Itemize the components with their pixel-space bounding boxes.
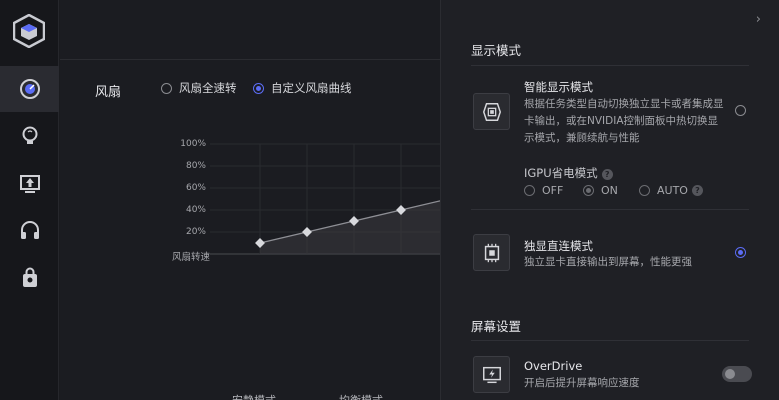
fan-full-speed-label: 风扇全速转	[179, 81, 237, 95]
headset-icon	[20, 221, 39, 239]
y-tick-label: 80%	[185, 161, 206, 171]
screen-settings-title: 屏幕设置	[471, 319, 522, 334]
help-icon[interactable]: ?	[691, 185, 703, 196]
overdrive-icon	[473, 356, 510, 393]
divider	[471, 65, 749, 66]
smart-display-radio[interactable]	[735, 105, 746, 116]
fan-curve-chart[interactable]	[210, 135, 440, 265]
igpu-off-label: OFF	[542, 184, 564, 197]
direct-gpu-icon	[473, 234, 510, 271]
igpu-on-label: ON	[601, 184, 618, 197]
y-tick-label: 60%	[185, 183, 206, 193]
igpu-auto-option[interactable]: AUTO?	[639, 184, 703, 197]
display-mode-title: 显示模式	[471, 43, 522, 58]
radio-selected-icon	[583, 185, 594, 196]
y-tick-label: 100%	[180, 139, 206, 149]
fan-custom-curve-label: 自定义风扇曲线	[271, 81, 352, 95]
igpu-auto-label: AUTO	[657, 184, 688, 197]
igpu-off-option[interactable]: OFF	[524, 184, 563, 197]
nav-item-audio[interactable]	[0, 208, 59, 254]
divider	[60, 59, 440, 60]
radio-unselected-icon	[161, 82, 172, 94]
nav-item-display[interactable]	[0, 160, 59, 206]
y-axis-label: 风扇转速	[171, 252, 210, 263]
fan-custom-curve-option[interactable]: 自定义风扇曲线	[253, 80, 352, 96]
divider	[471, 340, 749, 341]
fan-full-speed-option[interactable]: 风扇全速转	[161, 80, 237, 96]
smart-display-title: 智能显示模式	[524, 80, 593, 94]
overdrive-title: OverDrive	[524, 359, 583, 373]
direct-gpu-desc: 独立显卡直接输出到屏幕，性能更强	[524, 256, 692, 268]
app-logo-icon	[12, 13, 46, 49]
smart-display-icon	[473, 93, 510, 130]
igpu-title-text: IGPU省电模式	[524, 166, 598, 180]
radio-unselected-icon	[639, 185, 650, 196]
radio-selected-icon	[253, 82, 264, 94]
direct-gpu-radio[interactable]	[735, 247, 746, 258]
y-tick-label: 40%	[185, 205, 206, 215]
bulb-icon	[22, 126, 37, 144]
igpu-title: IGPU省电模式?	[524, 165, 613, 181]
radio-unselected-icon	[524, 185, 535, 196]
smart-display-desc: 根据任务类型自动切换独立显卡或者集成显卡输出，或在NVIDIA控制面板中热切换显…	[524, 98, 724, 144]
fan-section: 风扇 风扇全速转 自定义风扇曲线 100% 80% 60% 40% 20% 风扇转速 安…	[60, 0, 440, 400]
y-tick-label: 20%	[185, 227, 206, 237]
overdrive-toggle[interactable]	[722, 366, 752, 382]
fan-title: 风扇	[95, 85, 122, 100]
nav-item-lighting[interactable]	[0, 113, 59, 159]
divider	[471, 209, 749, 210]
overdrive-desc: 开启后提升屏幕响应速度	[524, 377, 640, 389]
mode-balanced-label[interactable]: 均衡模式	[339, 392, 383, 400]
bag-icon	[22, 267, 37, 287]
gauge-icon	[19, 79, 40, 99]
nav-item-performance[interactable]	[0, 66, 59, 112]
direct-gpu-title: 独显直连模式	[524, 239, 593, 253]
sidebar	[0, 0, 59, 400]
nav-item-store[interactable]	[0, 255, 59, 301]
igpu-on-option[interactable]: ON	[583, 184, 618, 197]
settings-panel: › 显示模式 智能显示模式 根据任务类型自动切换独立显卡或者集成显卡输出，或在N…	[440, 0, 779, 400]
upload-monitor-icon	[19, 175, 40, 193]
mode-quiet-label[interactable]: 安静模式	[232, 392, 276, 400]
help-icon[interactable]: ?	[601, 169, 613, 180]
chevron-right-icon[interactable]: ›	[756, 12, 761, 27]
